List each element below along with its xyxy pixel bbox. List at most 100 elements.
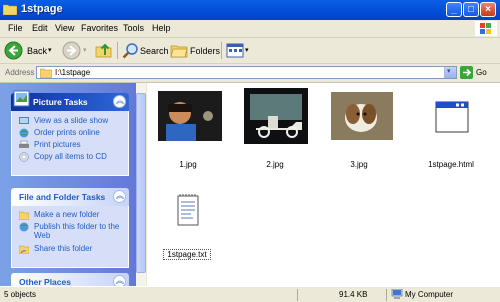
chevron-down-icon: ▾ (447, 68, 451, 75)
title-bar[interactable]: 1stpage _ □ × (0, 0, 500, 20)
back-button[interactable]: Back ▾ (4, 41, 54, 60)
picture-tasks-title: Picture Tasks (33, 97, 88, 107)
task-pane-scrollbar[interactable] (136, 83, 146, 286)
maximize-button[interactable]: □ (463, 2, 479, 17)
file-folder-tasks-header[interactable]: File and Folder Tasks ︽ (11, 188, 129, 206)
status-divider (297, 289, 298, 301)
go-label: Go (476, 68, 487, 77)
up-folder-button[interactable] (94, 41, 114, 60)
task-label: Share this folder (34, 244, 93, 253)
chevron-down-icon[interactable]: ▾ (83, 46, 87, 54)
chevron-down-icon[interactable]: ▾ (245, 46, 249, 54)
other-places-header[interactable]: Other Places ︽ (11, 273, 129, 286)
views-icon (226, 43, 244, 58)
menu-edit[interactable]: Edit (32, 23, 48, 33)
folders-label: Folders (190, 46, 221, 56)
search-button[interactable]: Search (121, 41, 169, 60)
task-share-folder[interactable]: Share this folder (12, 243, 128, 255)
html-window-icon (435, 101, 469, 133)
status-divider (386, 289, 387, 301)
task-label: View as a slide show (34, 116, 109, 125)
views-button[interactable]: ▾ (226, 41, 250, 60)
explorer-window: 1stpage _ □ × File Edit View Favorites T… (0, 0, 500, 302)
publish-web-icon (19, 222, 29, 232)
picture-tasks-panel: Picture Tasks ︽ View as a slide show Ord… (11, 90, 129, 176)
up-folder-icon (95, 43, 112, 58)
folders-button[interactable]: Folders (170, 41, 221, 60)
task-new-folder[interactable]: Make a new folder (12, 209, 128, 221)
task-view-slideshow[interactable]: View as a slide show (12, 115, 128, 127)
folder-icon (40, 68, 52, 78)
collapse-button[interactable]: ︽ (113, 190, 126, 203)
minimize-icon: _ (451, 4, 457, 15)
file-name: 1stpage.txt (163, 249, 211, 260)
status-size: 91.4 KB (339, 290, 368, 299)
forward-arrow-icon (62, 41, 81, 60)
menu-file[interactable]: File (8, 23, 23, 33)
back-arrow-icon (4, 41, 23, 60)
folder-icon (3, 4, 17, 15)
task-order-prints[interactable]: Order prints online (12, 127, 128, 139)
status-location: My Computer (405, 290, 454, 299)
slideshow-icon (19, 117, 29, 124)
task-label: Publish this folder to the Web (34, 222, 120, 240)
globe-icon (19, 128, 29, 138)
picture-tasks-icon (13, 90, 30, 107)
file-name: 3.jpg (350, 160, 368, 169)
task-label: Order prints online (34, 128, 100, 137)
search-label: Search (140, 46, 169, 56)
file-list[interactable]: 1.jpg 2.jpg 3.jpg 1stpage.html 1stpage.t… (147, 83, 500, 286)
status-bar: 5 objects 91.4 KB My Computer (0, 286, 500, 302)
collapse-button[interactable]: ︽ (113, 95, 126, 108)
status-object-count: 5 objects (4, 290, 37, 299)
minimize-button[interactable]: _ (446, 2, 462, 17)
collapse-button[interactable]: ︽ (113, 275, 126, 286)
image-thumbnail-icon (244, 88, 308, 144)
search-icon (122, 43, 138, 59)
my-computer-icon (391, 289, 403, 299)
picture-tasks-header[interactable]: Picture Tasks ︽ (11, 90, 129, 111)
file-name: 1stpage.html (428, 160, 474, 169)
address-dropdown-button[interactable]: ▾ (444, 67, 456, 78)
chevron-up-icon: ︽ (116, 96, 124, 105)
new-folder-icon (19, 211, 29, 220)
chevron-up-icon: ︽ (116, 276, 124, 285)
menu-tools[interactable]: Tools (123, 23, 144, 33)
chevron-down-icon[interactable]: ▾ (48, 46, 52, 54)
close-icon: × (485, 4, 491, 15)
menu-view[interactable]: View (55, 23, 74, 33)
other-places-title: Other Places (19, 277, 71, 286)
image-thumbnail-icon (158, 91, 222, 141)
toolbar-separator (117, 42, 118, 59)
address-field[interactable]: I:\1stpage ▾ (36, 66, 457, 79)
text-file-icon (177, 194, 199, 226)
back-label: Back (27, 46, 48, 56)
toolbar-separator (221, 42, 222, 59)
menu-help[interactable]: Help (152, 23, 171, 33)
scrollbar-thumb[interactable] (136, 93, 146, 273)
task-pane: Picture Tasks ︽ View as a slide show Ord… (0, 83, 146, 286)
close-button[interactable]: × (480, 2, 496, 17)
address-value: I:\1stpage (55, 68, 91, 77)
window-title: 1stpage (21, 3, 63, 15)
file-folder-tasks-panel: File and Folder Tasks ︽ Make a new folde… (11, 188, 129, 268)
forward-button[interactable]: ▾ (62, 41, 90, 60)
toolbar: Back ▾ ▾ Search Folders ▾ (0, 38, 500, 64)
file-name: 2.jpg (266, 160, 284, 169)
share-folder-icon (19, 245, 29, 254)
task-publish-web[interactable]: Publish this folder to the Web (12, 221, 128, 243)
menu-bar: File Edit View Favorites Tools Help (0, 20, 500, 38)
task-print-pictures[interactable]: Print pictures (12, 139, 128, 151)
go-arrow-icon (460, 66, 473, 79)
windows-logo-icon (475, 21, 497, 36)
address-label: Address (5, 68, 35, 77)
file-folder-tasks-title: File and Folder Tasks (19, 192, 106, 202)
image-thumbnail-icon (331, 92, 393, 140)
file-name: 1.jpg (179, 160, 197, 169)
task-label: Print pictures (34, 140, 81, 149)
task-copy-to-cd[interactable]: Copy all items to CD (12, 151, 128, 163)
task-label: Make a new folder (34, 210, 100, 219)
maximize-icon: □ (467, 4, 475, 15)
address-bar: Address I:\1stpage ▾ Go (0, 64, 500, 83)
menu-favorites[interactable]: Favorites (81, 23, 118, 33)
